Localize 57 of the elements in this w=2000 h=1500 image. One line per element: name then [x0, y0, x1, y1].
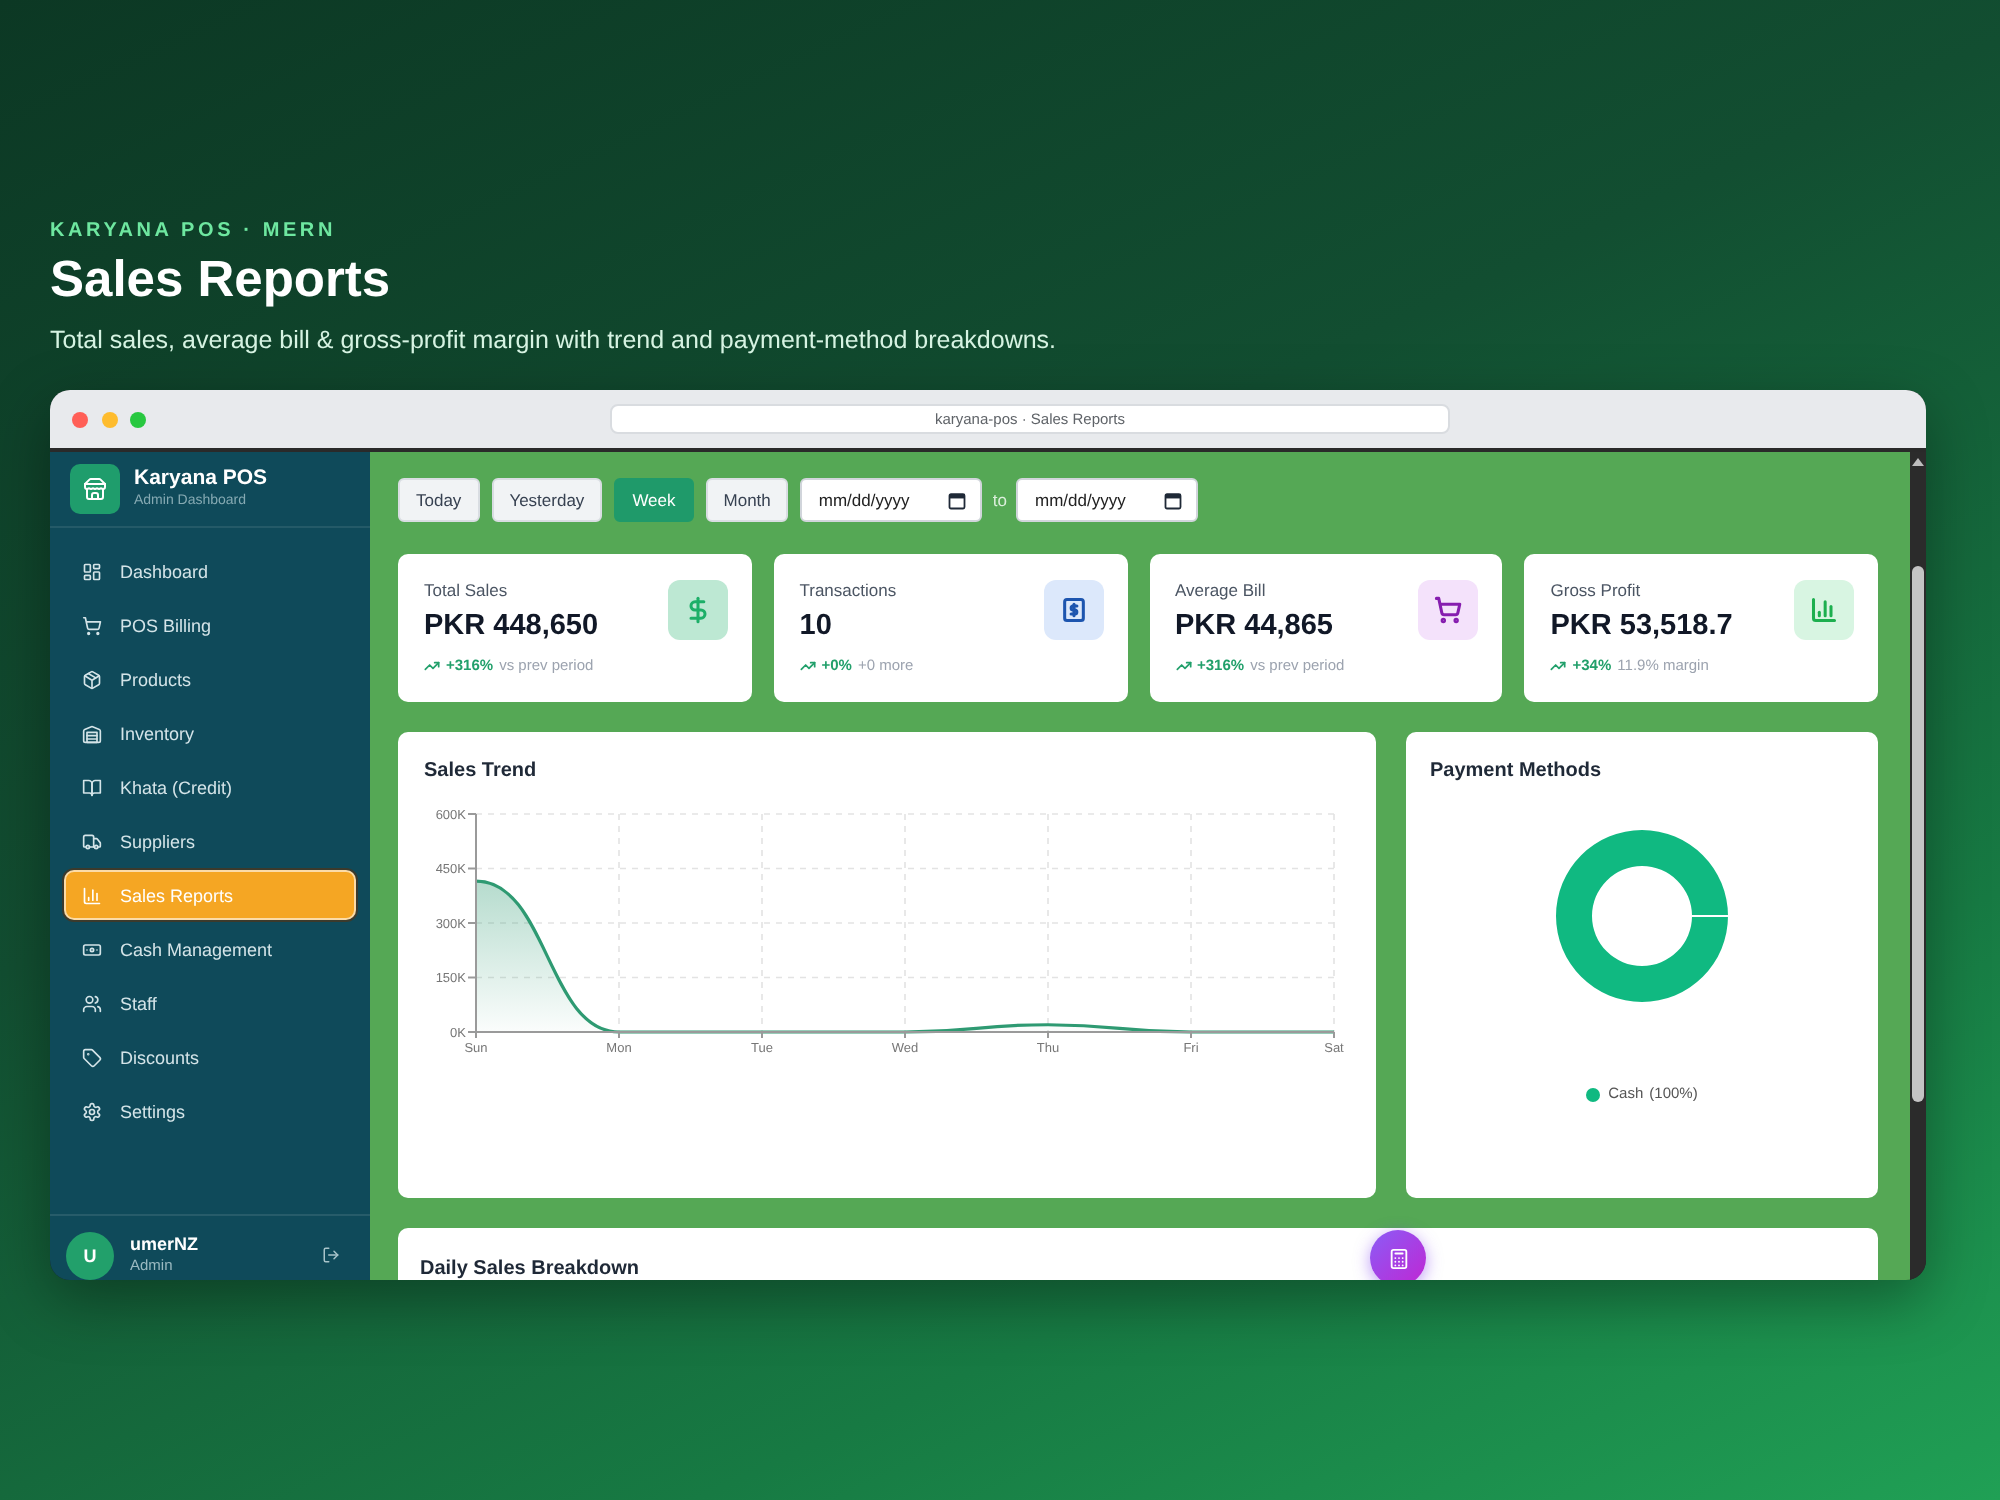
stat-label: Transactions: [799, 580, 897, 602]
cart-icon: [82, 615, 102, 635]
range-tab[interactable]: Week: [614, 478, 694, 522]
sidebar-item[interactable]: Khata (Credit): [64, 762, 356, 812]
stat-label: Gross Profit: [1550, 580, 1641, 602]
logout-icon[interactable]: [322, 1246, 340, 1264]
stat-value: PKR 448,650: [424, 608, 599, 646]
date-range-to-label: to: [992, 490, 1007, 510]
scroll-up-arrow-icon[interactable]: [1912, 458, 1924, 466]
chart-title: Payment Methods: [1430, 760, 1602, 784]
user-avatar: U: [66, 1231, 114, 1279]
sidebar-item[interactable]: Staff: [64, 978, 356, 1028]
stat-value: PKR 44,865: [1175, 608, 1333, 646]
trend-up-icon: [424, 658, 440, 674]
range-tab[interactable]: Today: [398, 478, 480, 522]
truck-icon: [82, 831, 102, 851]
calendar-icon[interactable]: [948, 491, 967, 509]
user-name: umerNZ: [130, 1234, 199, 1256]
sidebar-item[interactable]: Inventory: [64, 708, 356, 758]
sidebar-item[interactable]: Dashboard: [64, 546, 356, 596]
users-icon: [82, 993, 102, 1013]
sidebar-item[interactable]: Products: [64, 654, 356, 704]
dashboard-icon: [82, 561, 102, 581]
date-field[interactable]: mm/dd/yyyy: [800, 478, 983, 522]
range-tab[interactable]: Month: [705, 478, 789, 522]
card-title: Daily Sales Breakdown: [420, 1258, 639, 1280]
bar-chart-icon: [82, 885, 102, 905]
trend-up-icon: [1550, 658, 1567, 674]
calendar-icon[interactable]: [1164, 491, 1183, 509]
sidebar-item[interactable]: Cash Management: [64, 924, 356, 974]
trend-up-icon: [1175, 658, 1191, 674]
banknote-icon: [82, 939, 102, 959]
page-subtitle: Total sales, average bill & gross-profit margin with trend and payment-method breakdowns.: [50, 324, 1057, 356]
sidebar-item[interactable]: Suppliers: [64, 816, 356, 866]
window-close-icon[interactable]: [72, 411, 88, 427]
book-icon: [82, 777, 102, 797]
trend-up-icon: [799, 658, 816, 674]
sidebar-item[interactable]: Discounts: [64, 1032, 356, 1082]
chart-title: Sales Trend: [424, 760, 537, 784]
scrollbar-thumb[interactable]: [1912, 566, 1924, 1102]
warehouse-icon: [82, 723, 102, 743]
brand-name: Karyana POS: [134, 466, 268, 492]
range-tab[interactable]: Yesterday: [491, 478, 603, 522]
calculator-icon: [1387, 1247, 1409, 1269]
stat-label: Total Sales: [424, 580, 508, 602]
date-field[interactable]: mm/dd/yyyy: [1016, 478, 1199, 522]
tag-icon: [82, 1047, 102, 1067]
box-icon: [82, 669, 102, 689]
sidebar-item[interactable]: Settings: [64, 1086, 356, 1136]
stat-label: Average Bill: [1175, 580, 1266, 602]
eyebrow-text: KARYANA POS · MERN: [50, 218, 336, 246]
stat-value: 10: [799, 608, 832, 646]
stat-value: PKR 53,518.7: [1550, 608, 1733, 646]
page-title: Sales Reports: [50, 250, 391, 310]
store-icon: [70, 464, 120, 514]
settings-icon: [82, 1101, 102, 1121]
sidebar-item[interactable]: POS Billing: [64, 600, 356, 650]
